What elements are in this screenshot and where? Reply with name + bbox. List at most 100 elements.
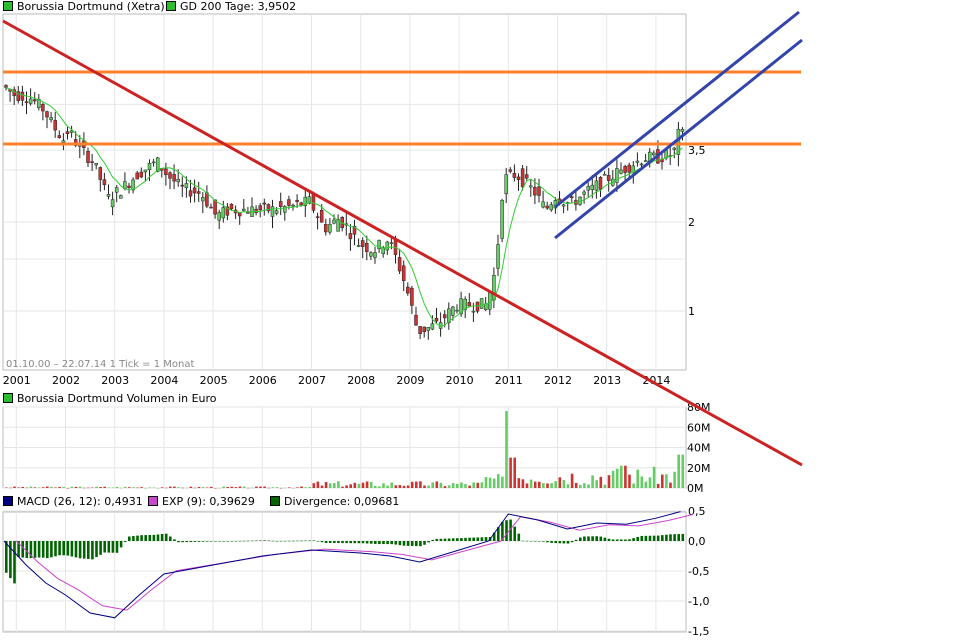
candle-body	[373, 252, 377, 258]
divergence-bar	[349, 541, 352, 544]
divergence-bar	[451, 538, 455, 541]
volume-bar	[677, 454, 680, 488]
candle-body	[545, 205, 549, 209]
volume-bar	[308, 487, 311, 488]
exp-line	[15, 514, 693, 611]
candle-body	[28, 98, 33, 104]
volume-bar	[222, 486, 225, 488]
divergence-bar	[308, 540, 311, 542]
divergence-bar	[115, 541, 119, 553]
divergence-bar	[296, 540, 299, 542]
volume-bar	[218, 487, 221, 489]
x-tick-label: 2005	[200, 374, 228, 387]
volume-bar	[132, 487, 135, 488]
candle-body	[147, 162, 152, 170]
candle-body	[414, 314, 418, 326]
divergence-bar	[517, 533, 521, 541]
volume-bar	[337, 481, 340, 488]
x-tick-label: 2007	[298, 374, 326, 387]
volume-bar	[17, 487, 20, 488]
volume-bar	[259, 486, 262, 488]
volume-bar	[439, 482, 443, 488]
divergence-bar	[238, 540, 242, 542]
x-tick-label: 2013	[593, 374, 621, 387]
volume-bar	[574, 482, 578, 488]
divergence-bar	[255, 540, 258, 542]
volume-bar	[279, 487, 283, 489]
candle-body	[319, 209, 324, 223]
chart-root: 2001 2002 2003 2004 2005 2006 2007 2008 2009 2010…	[0, 0, 960, 640]
candle-body	[274, 210, 279, 214]
volume-bar	[624, 465, 627, 488]
divergence-bar	[624, 539, 627, 541]
divergence-bar	[54, 541, 57, 557]
volume-bar	[333, 483, 336, 488]
volume-bar	[148, 487, 152, 488]
divergence-bar	[50, 541, 53, 558]
divergence-bar	[152, 534, 156, 541]
volume-bar	[533, 481, 537, 488]
x-tick-label: 2004	[150, 374, 178, 387]
candle-body	[602, 174, 607, 176]
divergence-bar	[103, 541, 106, 553]
volume-bar	[37, 487, 41, 488]
divergence-bar	[99, 541, 102, 555]
volume-bar	[193, 487, 197, 489]
volume-bar	[189, 486, 193, 488]
volume-bar	[341, 486, 344, 488]
volume-bar	[402, 485, 406, 488]
divergence-bar	[128, 536, 131, 541]
y-tick-label: 40M	[687, 442, 711, 455]
divergence-bar	[476, 537, 480, 541]
volume-bar	[615, 468, 619, 488]
x-tick-label: 2012	[544, 374, 572, 387]
divergence-bar	[620, 539, 623, 541]
volume-bar	[398, 485, 402, 488]
volume-bar	[164, 487, 168, 489]
divergence-bar	[91, 541, 94, 560]
y-tick-label: 3,5	[688, 144, 706, 157]
candle-body	[570, 196, 574, 198]
volume-bar	[205, 487, 209, 488]
candle-body	[299, 202, 303, 206]
volume-bar	[316, 481, 320, 488]
volume-bar	[197, 487, 201, 488]
divergence-bar	[644, 535, 648, 541]
candle-body	[397, 257, 402, 272]
divergence-bar	[46, 541, 49, 559]
candle-body	[57, 135, 62, 138]
x-tick-label: 2001	[3, 374, 31, 387]
divergence-bar	[345, 541, 348, 544]
volume-bar	[255, 486, 258, 488]
volume-bar	[546, 483, 549, 488]
y-tick-label: -1,0	[688, 595, 709, 608]
y-tick-label: 2	[688, 216, 695, 229]
volume-bar	[70, 486, 74, 488]
candle-body	[20, 91, 25, 101]
candle-body	[512, 173, 517, 178]
legend-volume: Borussia Dortmund Volumen in Euro	[3, 393, 217, 405]
candle-body	[619, 169, 623, 174]
volume-bar	[476, 482, 480, 488]
candle-body	[119, 195, 123, 199]
candle-body	[524, 174, 529, 179]
volume-bar	[58, 487, 61, 488]
divergence-bar	[140, 535, 143, 541]
volume-bar	[562, 479, 566, 488]
volume-bar	[607, 475, 611, 488]
divergence-bar	[271, 540, 275, 542]
divergence-bar	[5, 541, 8, 573]
volume-bar	[29, 486, 33, 488]
divergence-bar	[320, 541, 324, 543]
divergence-bar	[251, 540, 254, 542]
volume-bar	[128, 487, 131, 488]
divergence-bar	[210, 541, 213, 542]
volume-bar	[251, 487, 254, 489]
candle-body	[69, 130, 74, 133]
volume-bar	[406, 485, 410, 488]
volume-bar	[480, 482, 484, 488]
divergence-bar	[33, 541, 37, 558]
volume-bar	[234, 487, 238, 488]
divergence-bar	[160, 534, 164, 541]
divergence-bar	[156, 534, 160, 541]
